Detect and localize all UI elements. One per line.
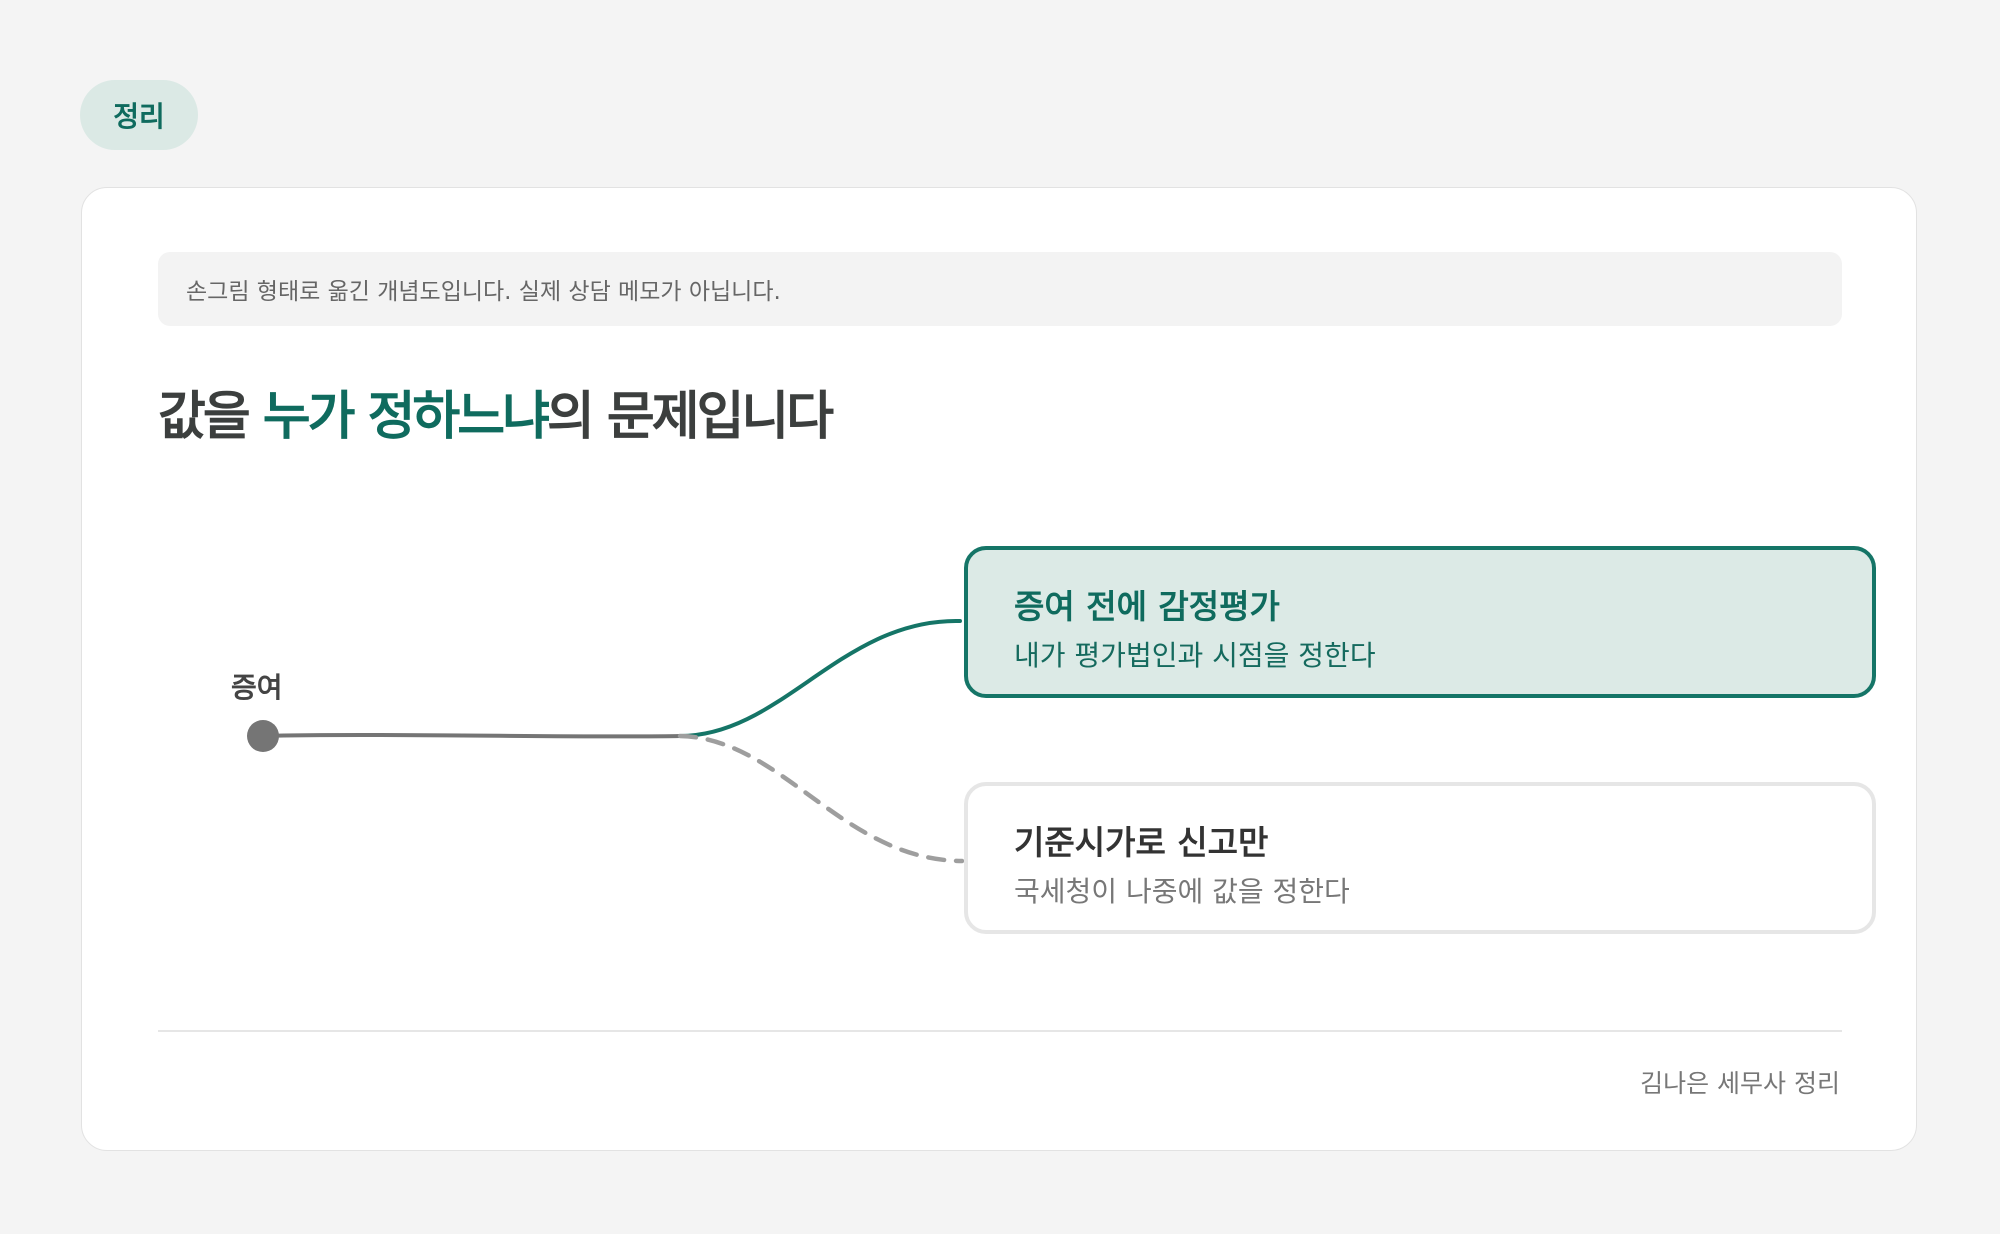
branch-standard-price-subtitle: 국세청이 나중에 값을 정한다 bbox=[1014, 875, 1350, 908]
origin-trunk-line bbox=[261, 733, 682, 739]
origin-node bbox=[247, 720, 279, 752]
primary-branch-line bbox=[678, 618, 962, 738]
branch-appraisal-title: 증여 전에 감정평가 bbox=[1014, 587, 1280, 626]
origin-label: 증여 bbox=[231, 671, 283, 704]
branch-appraisal-box: 증여 전에 감정평가 내가 평가법인과 시점을 정한다 bbox=[964, 546, 1876, 698]
branch-standard-price-title: 기준시가로 신고만 bbox=[1014, 823, 1269, 862]
summary-tag: 정리 bbox=[80, 80, 198, 150]
secondary-branch-line bbox=[677, 733, 965, 864]
branch-standard-price-box: 기준시가로 신고만 국세청이 나중에 값을 정한다 bbox=[964, 782, 1876, 934]
footer-divider bbox=[158, 1030, 1842, 1032]
author-credit: 김나은 세무사 정리 bbox=[1640, 1069, 1840, 1098]
branch-appraisal-subtitle: 내가 평가법인과 시점을 정한다 bbox=[1014, 639, 1376, 672]
summary-card: 손그림 형태로 옮긴 개념도입니다. 실제 상담 메모가 아닙니다. 값을 누가… bbox=[81, 187, 1917, 1151]
